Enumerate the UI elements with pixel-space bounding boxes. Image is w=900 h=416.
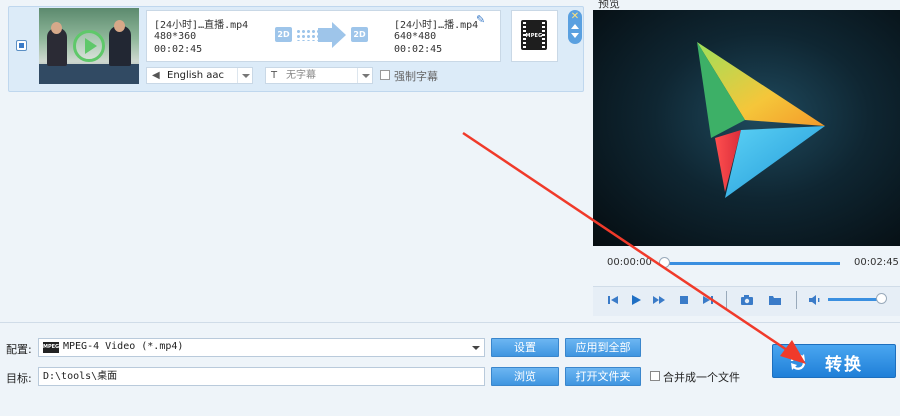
thumb-face-left bbox=[51, 22, 62, 34]
apply-to-all-button[interactable]: 应用到全部 bbox=[565, 338, 641, 357]
seek-bar[interactable] bbox=[664, 262, 840, 265]
refresh-icon bbox=[790, 354, 806, 370]
chevron-down-icon[interactable] bbox=[237, 68, 252, 83]
conversion-arrow-head bbox=[332, 22, 346, 48]
seek-handle[interactable] bbox=[659, 257, 670, 268]
profile-select[interactable]: MPEG MPEG-4 Video (*.mp4) bbox=[38, 338, 485, 357]
output-duration: 00:02:45 bbox=[394, 44, 443, 55]
stop-icon[interactable] bbox=[677, 293, 691, 307]
merge-label: 合并成一个文件 bbox=[663, 371, 740, 384]
badge-2d-input: 2D bbox=[275, 27, 292, 42]
destination-label: 目标: bbox=[6, 372, 32, 385]
source-filename: [24小时]…直播.mp4 bbox=[154, 20, 249, 31]
text-icon: T bbox=[271, 70, 278, 81]
close-icon[interactable]: ✕ bbox=[568, 11, 582, 22]
fast-forward-icon[interactable] bbox=[652, 293, 666, 307]
folder-icon[interactable] bbox=[768, 293, 782, 307]
browse-button[interactable]: 浏览 bbox=[491, 367, 559, 386]
open-folder-button[interactable]: 打开文件夹 bbox=[565, 367, 641, 386]
move-up-icon[interactable] bbox=[571, 24, 579, 29]
control-divider bbox=[796, 291, 797, 309]
convert-label: 转换 bbox=[825, 355, 863, 375]
subtitle-select[interactable]: T 无字幕 bbox=[265, 67, 373, 84]
chevron-down-icon[interactable] bbox=[472, 346, 480, 350]
current-time: 00:00:00 bbox=[607, 257, 652, 268]
audio-track-value: English aac bbox=[167, 70, 225, 81]
mpeg-format-icon: MPEG bbox=[43, 342, 59, 353]
total-time: 00:02:45 bbox=[854, 257, 899, 268]
play-icon[interactable] bbox=[629, 293, 643, 307]
camera-icon[interactable] bbox=[740, 293, 754, 307]
pencil-icon[interactable]: ✎ bbox=[476, 14, 486, 25]
thumb-face-right bbox=[114, 20, 125, 32]
source-duration: 00:02:45 bbox=[154, 44, 203, 55]
play-icon bbox=[85, 38, 97, 54]
output-resolution: 640*480 bbox=[394, 31, 437, 42]
output-filename: [24小时]…播.mp4 bbox=[394, 20, 479, 31]
convert-button[interactable]: 转换 bbox=[772, 344, 896, 378]
format-badge: MPEG bbox=[525, 33, 543, 39]
destination-input[interactable]: D:\tools\桌面 bbox=[38, 367, 485, 386]
item-checkbox[interactable] bbox=[16, 40, 27, 51]
thumb-desk bbox=[39, 64, 139, 84]
settings-button[interactable]: 设置 bbox=[491, 338, 559, 357]
video-thumbnail[interactable] bbox=[39, 8, 139, 84]
move-down-icon[interactable] bbox=[571, 33, 579, 38]
badge-2d-output: 2D bbox=[351, 27, 368, 42]
item-controls[interactable]: ✕ bbox=[568, 10, 582, 44]
skip-back-icon[interactable] bbox=[606, 293, 620, 307]
profile-value: MPEG-4 Video (*.mp4) bbox=[63, 341, 184, 352]
speaker-icon: ◀ bbox=[152, 70, 160, 81]
forced-subtitle-checkbox[interactable] bbox=[380, 70, 390, 80]
skip-forward-icon[interactable] bbox=[701, 293, 715, 307]
audio-track-select[interactable]: ◀ English aac bbox=[146, 67, 253, 84]
profile-label: 配置: bbox=[6, 343, 32, 356]
chevron-down-icon[interactable] bbox=[357, 68, 372, 83]
thumb-anchor-right bbox=[109, 26, 131, 66]
forced-subtitle-label: 强制字幕 bbox=[394, 70, 438, 83]
conversion-dots bbox=[296, 29, 318, 41]
merge-checkbox[interactable] bbox=[650, 371, 660, 381]
source-resolution: 480*360 bbox=[154, 31, 197, 42]
control-divider bbox=[726, 291, 727, 309]
volume-icon[interactable] bbox=[808, 293, 822, 307]
subtitle-value: 无字幕 bbox=[286, 70, 316, 81]
preview-screen[interactable] bbox=[593, 10, 900, 246]
app-logo-icon bbox=[697, 42, 825, 198]
